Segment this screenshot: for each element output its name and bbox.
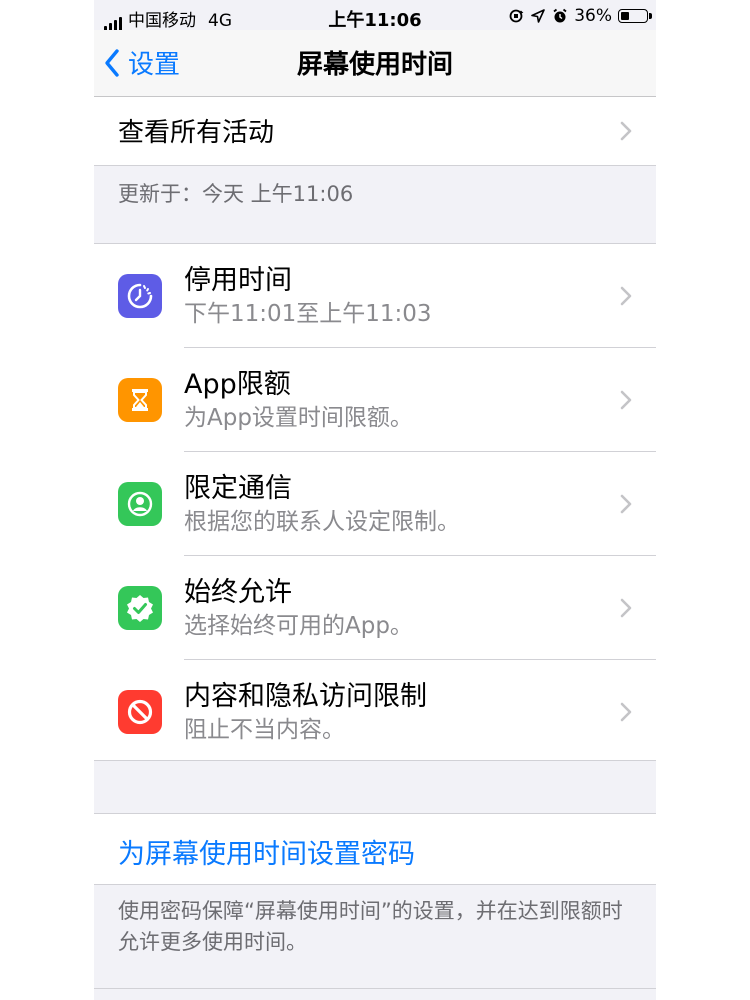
orientation-lock-icon — [508, 8, 524, 24]
divider — [94, 165, 656, 166]
app-limits-subtitle: 为App设置时间限额。 — [184, 405, 413, 431]
back-button[interactable]: 设置 — [104, 44, 180, 81]
content-privacy-row[interactable]: 内容和隐私访问限制 阻止不当内容。 — [94, 660, 656, 764]
set-passcode-label: 为屏幕使用时间设置密码 — [118, 839, 415, 870]
always-allowed-row[interactable]: 始终允许 选择始终可用的App。 — [94, 556, 656, 660]
checkmark-seal-icon — [118, 586, 162, 630]
content-privacy-subtitle: 阻止不当内容。 — [184, 717, 345, 743]
always-allowed-subtitle: 选择始终可用的App。 — [184, 613, 413, 639]
screen-time-settings: 中国移动 4G 上午11:06 36% 设置 屏幕使用时间 查看所有活动 更新于… — [94, 0, 656, 1000]
chevron-right-icon — [620, 494, 632, 514]
communication-limits-subtitle: 根据您的联系人设定限制。 — [184, 509, 460, 535]
app-limits-title: App限额 — [184, 369, 291, 400]
chevron-right-icon — [620, 121, 632, 141]
always-allowed-title: 始终允许 — [184, 577, 292, 608]
divider — [94, 988, 656, 989]
status-bar: 中国移动 4G 上午11:06 36% — [94, 0, 656, 31]
chevron-right-icon — [620, 598, 632, 618]
passcode-description: 使用密码保障“屏幕使用时间”的设置，并在达到限额时允许更多使用时间。 — [118, 899, 623, 954]
chevron-right-icon — [620, 702, 632, 722]
navigation-bar: 设置 屏幕使用时间 — [94, 30, 656, 97]
updated-timestamp: 更新于：今天 上午11:06 — [118, 182, 354, 206]
back-label: 设置 — [128, 50, 181, 80]
communication-limits-title: 限定通信 — [184, 473, 292, 504]
battery-icon — [618, 9, 652, 23]
hourglass-icon — [118, 378, 162, 422]
set-passcode-button[interactable]: 为屏幕使用时间设置密码 — [94, 814, 656, 884]
chevron-right-icon — [620, 286, 632, 306]
downtime-title: 停用时间 — [184, 265, 292, 296]
divider — [94, 760, 656, 761]
activity-group: 查看所有活动 — [94, 97, 656, 165]
contact-icon — [118, 482, 162, 526]
communication-limits-row[interactable]: 限定通信 根据您的联系人设定限制。 — [94, 452, 656, 556]
see-all-activity-row[interactable]: 查看所有活动 — [94, 97, 656, 165]
see-all-activity-label: 查看所有活动 — [118, 118, 275, 148]
features-group: 停用时间 下午11:01至上午11:03 App限额 为App设置时间限额。 限… — [94, 244, 656, 760]
chevron-left-icon — [105, 48, 119, 77]
downtime-subtitle: 下午11:01至上午11:03 — [184, 301, 432, 327]
app-limits-row[interactable]: App限额 为App设置时间限额。 — [94, 348, 656, 452]
content-privacy-title: 内容和隐私访问限制 — [184, 681, 427, 712]
chevron-right-icon — [620, 390, 632, 410]
battery-percent: 36% — [574, 6, 612, 26]
location-icon — [530, 8, 546, 24]
restriction-icon — [118, 690, 162, 734]
downtime-row[interactable]: 停用时间 下午11:01至上午11:03 — [94, 244, 656, 348]
divider — [94, 884, 656, 885]
downtime-icon — [118, 274, 162, 318]
alarm-icon — [552, 8, 568, 24]
